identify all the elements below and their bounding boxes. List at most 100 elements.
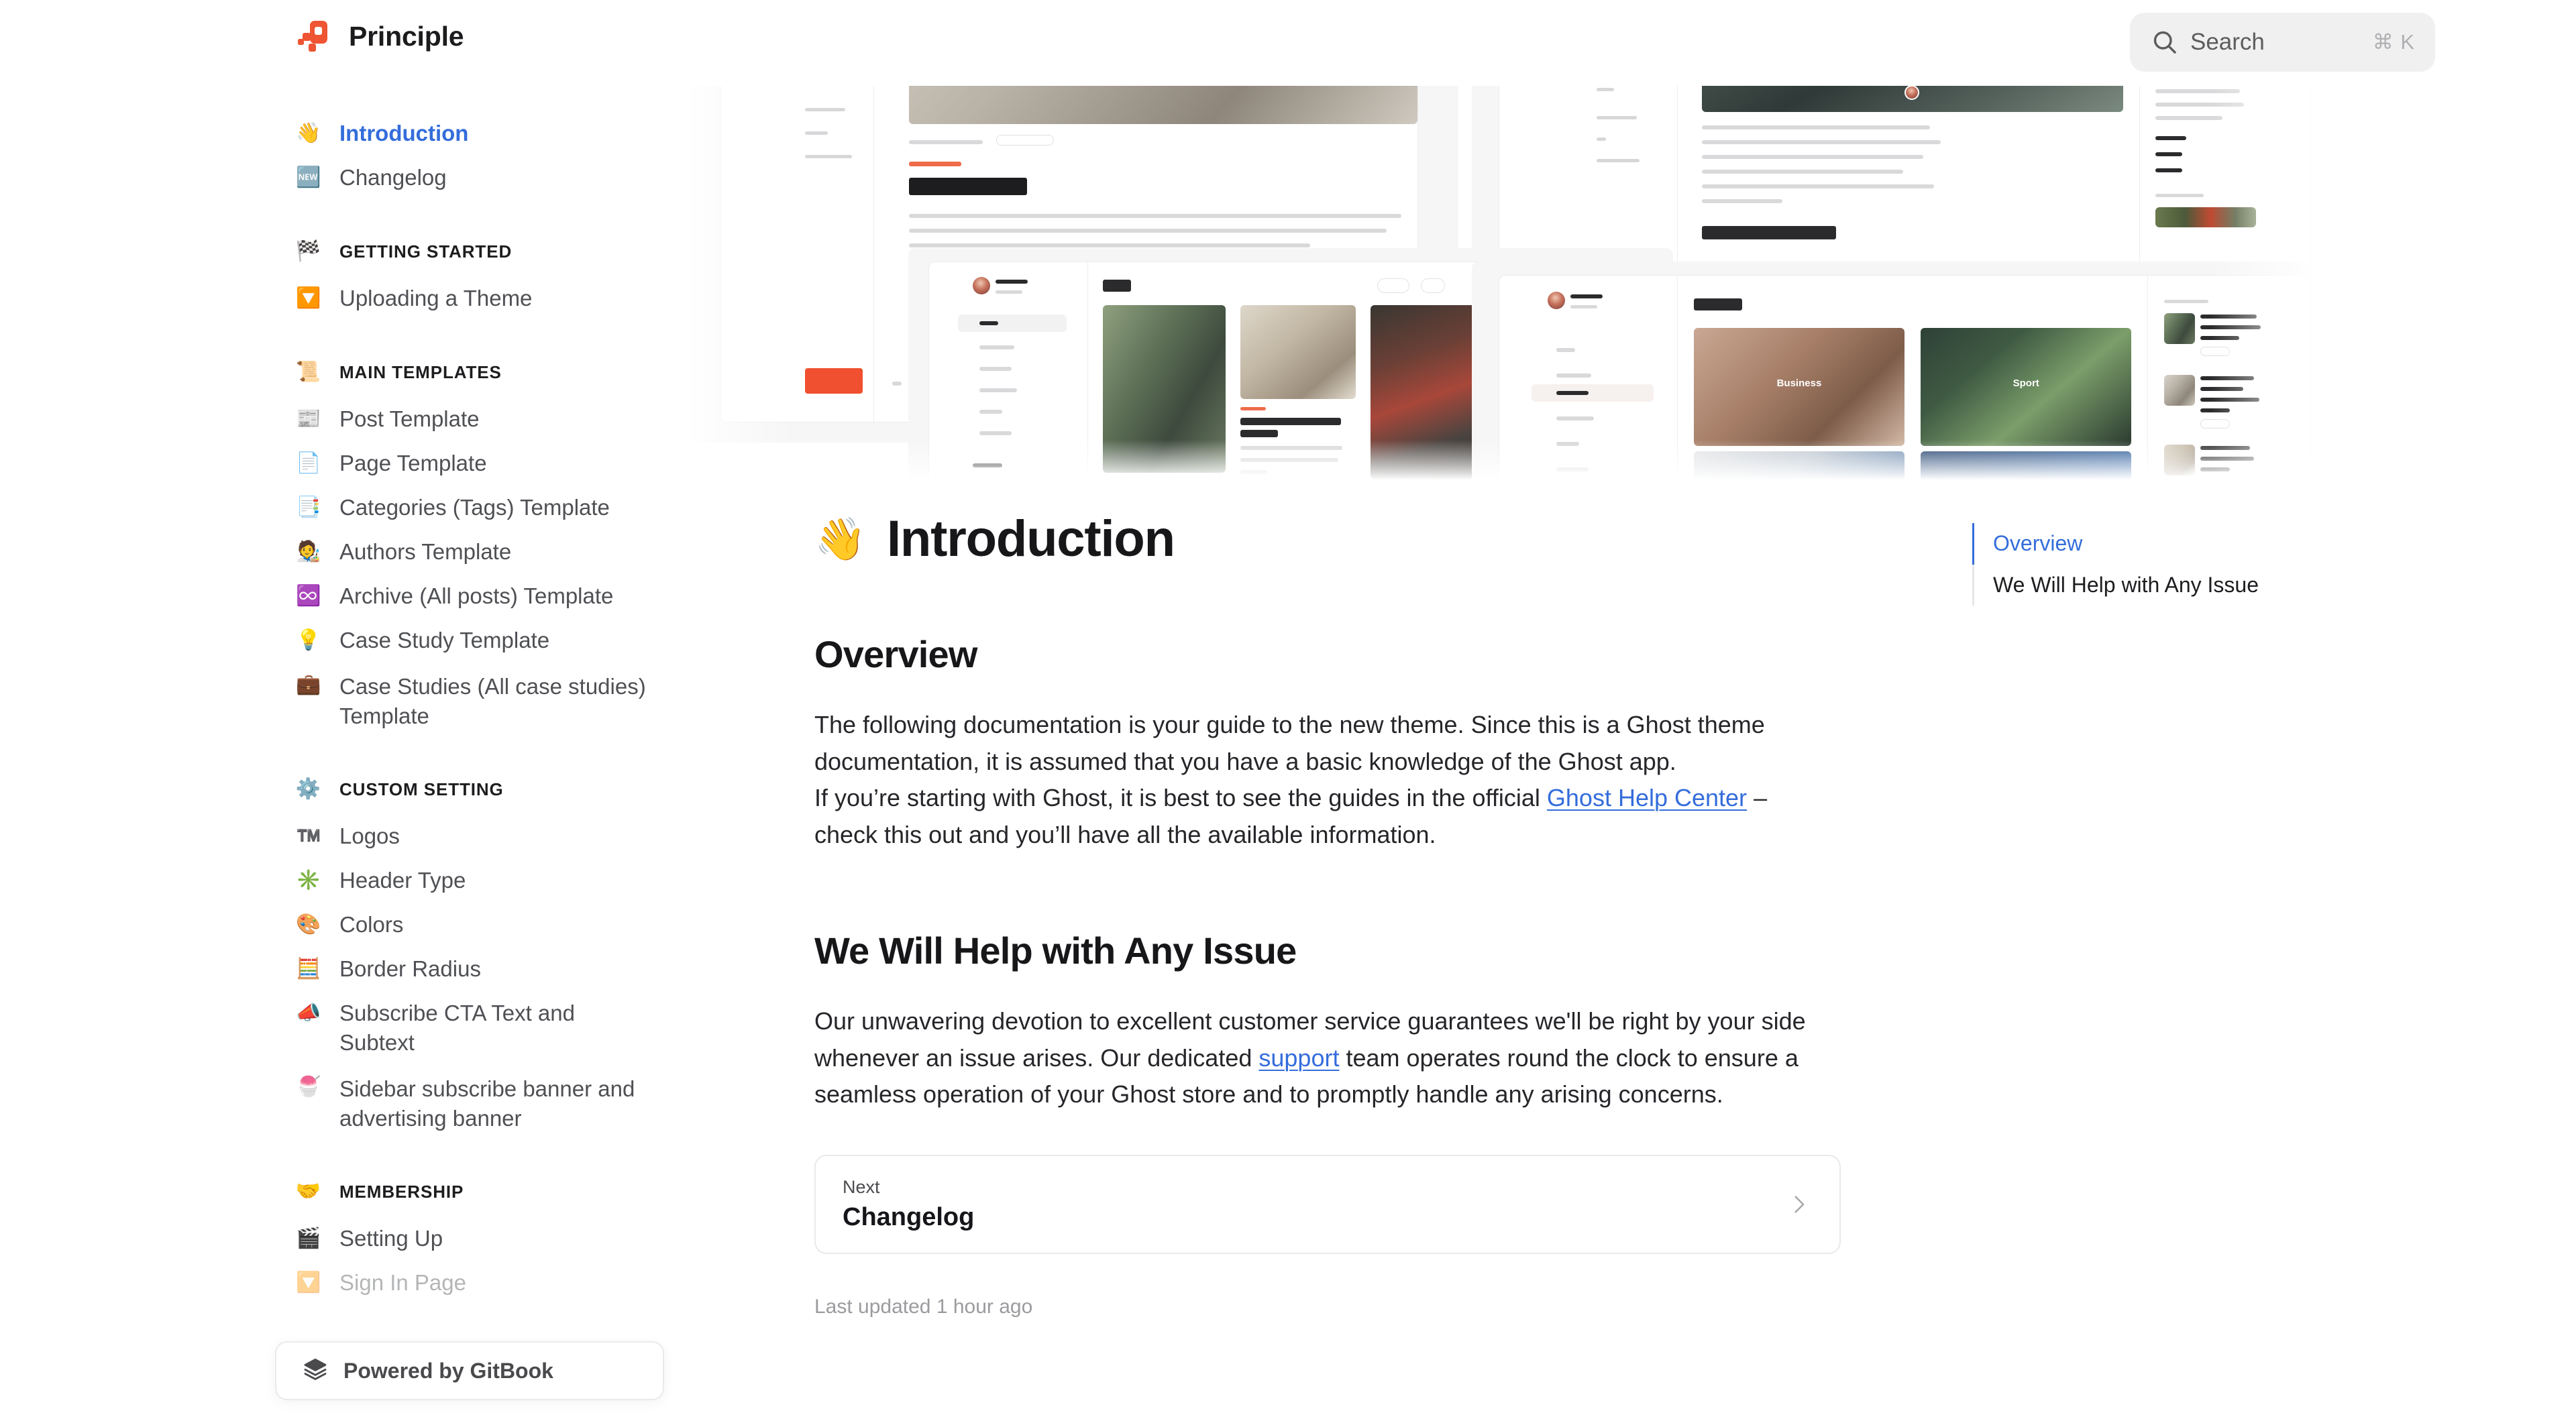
sidebar-scroll-area[interactable]: 👋 Introduction 🆕 Changelog 🏁 GETTING STARTED 🔽… [0,86,687,1305]
sidebar-item-label: Setting Up [339,1224,443,1253]
section-heading-help: We Will Help with Any Issue [814,929,1955,972]
section-heading-overview: Overview [814,632,1955,676]
support-link[interactable]: support [1258,1044,1339,1072]
sidebar-item-page-template[interactable]: 📄 Page Template [0,441,687,486]
artist-icon: 🧑‍🎨 [295,537,322,567]
sidebar-group-label: MEMBERSHIP [339,1182,464,1202]
sidebar-item-label: Case Study Template [339,626,549,655]
overview-text-2: If you’re starting with Ghost, it is bes… [814,784,1547,811]
scroll-icon: 📜 [295,359,322,386]
down-button-icon: 🔽 [295,284,322,313]
gitbook-logo-icon [302,1356,329,1386]
bookmark-tabs-icon: 📑 [295,493,322,522]
new-badge-icon: 🆕 [295,163,322,192]
sidebar-item-logos[interactable]: ™️ Logos [0,814,687,858]
sidebar-item-label: Case Studies (All case studies) Template [339,670,647,730]
waving-hand-icon: 👋 [295,119,322,148]
search-placeholder: Search [2190,29,2373,56]
overview-text-1: The following documentation is your guid… [814,711,1765,775]
sidebar-item-subscribe-cta-text-and-subtext[interactable]: 📣 Subscribe CTA Text and Subtext [0,991,687,1065]
sidebar-item-label: Subscribe CTA Text and Subtext [339,999,647,1058]
clapper-board-icon: 🎬 [295,1224,322,1253]
toc-item-we-will-help-with-any-issue[interactable]: We Will Help with Any Issue [1974,565,2388,606]
next-page-card[interactable]: Next Changelog [814,1155,1841,1254]
sidebar-item-label: Post Template [339,404,480,434]
gitbook-docs-page: Principle Search ⌘ K [0,0,2576,1419]
next-label: Next [843,1177,974,1198]
sidebar-group-label: CUSTOM SETTING [339,779,504,800]
chevron-right-icon [1787,1193,1810,1216]
sidebar-item-post-template[interactable]: 📰 Post Template [0,397,687,441]
infinity-icon: ♾️ [295,581,322,611]
sidebar-navigation[interactable]: 👋 Introduction 🆕 Changelog 🏁 GETTING STARTED 🔽… [0,86,687,1419]
sidebar-item-changelog[interactable]: 🆕 Changelog [0,156,687,200]
main-content: 👋 Introduction Overview The following do… [687,480,1955,1318]
sidebar-item-border-radius[interactable]: 🧮 Border Radius [0,947,687,991]
help-paragraph: Our unwavering devotion to excellent cus… [814,1003,1834,1113]
sidebar-group-main-templates: 📜 MAIN TEMPLATES [0,351,687,393]
page-table-of-contents[interactable]: OverviewWe Will Help with Any Issue [1972,523,2388,606]
sidebar-item-colors[interactable]: 🎨 Colors [0,903,687,947]
sidebar-group-label: GETTING STARTED [339,241,512,262]
shaved-ice-icon: 🍧 [295,1072,322,1102]
down-button-icon: 🔽 [295,1268,322,1298]
gear-icon: ⚙️ [295,776,322,803]
trademark-icon: ™️ [295,821,322,851]
site-header: Principle Search ⌘ K [0,0,2576,86]
abacus-icon: 🧮 [295,954,322,984]
megaphone-icon: 📣 [295,999,322,1028]
sidebar-group-getting-started: 🏁 GETTING STARTED [0,231,687,272]
sidebar-item-sign-in-page[interactable]: 🔽 Sign In Page [0,1261,687,1305]
artist-palette-icon: 🎨 [295,910,322,940]
sidebar-item-label: Sign In Page [339,1268,466,1298]
sidebar-item-label: Introduction [339,119,468,148]
sidebar-item-uploading-a-theme[interactable]: 🔽 Uploading a Theme [0,276,687,321]
powered-by-gitbook-button[interactable]: Powered by GitBook [275,1341,664,1400]
sidebar-item-label: Colors [339,910,403,940]
waving-hand-icon: 👋 [814,518,865,560]
sidebar-item-label: Uploading a Theme [339,284,532,313]
section-overview: Overview The following documentation is … [814,632,1955,854]
sidebar-item-label: Border Radius [339,954,481,984]
page-title-text: Introduction [887,510,1175,568]
sidebar-item-label: Changelog [339,163,447,192]
overview-paragraph: The following documentation is your guid… [814,707,1834,854]
sidebar-item-label: Archive (All posts) Template [339,581,613,611]
sidebar-item-setting-up[interactable]: 🎬 Setting Up [0,1216,687,1261]
sidebar-item-label: Authors Template [339,537,511,567]
sidebar-item-case-study-template[interactable]: 💡 Case Study Template [0,618,687,663]
brand-title: Principle [349,21,464,52]
sidebar-item-header-type[interactable]: ✳️ Header Type [0,858,687,903]
section-help: We Will Help with Any Issue Our unwaveri… [814,929,1955,1113]
sidebar-item-label: Logos [339,821,400,851]
sidebar-group-label: MAIN TEMPLATES [339,362,502,383]
page-facing-up-icon: 📄 [295,449,322,478]
page-title: 👋 Introduction [814,510,1955,568]
search-input[interactable]: Search ⌘ K [2130,13,2435,72]
ghost-help-center-link[interactable]: Ghost Help Center [1547,784,1747,811]
sidebar-item-sidebar-subscribe-banner-and-advertising-banner[interactable]: 🍧 Sidebar subscribe banner and advertisin… [0,1065,687,1140]
sidebar-item-label: Header Type [339,866,466,895]
sidebar-item-label: Page Template [339,449,487,478]
sidebar-item-authors-template[interactable]: 🧑‍🎨 Authors Template [0,530,687,574]
handshake-icon: 🤝 [295,1178,322,1205]
toc-item-overview[interactable]: Overview [1974,523,2388,565]
sidebar-item-label: Categories (Tags) Template [339,493,610,522]
light-bulb-icon: 💡 [295,626,322,655]
sidebar-item-categories-tags-template[interactable]: 📑 Categories (Tags) Template [0,486,687,530]
search-shortcut-hint: ⌘ K [2373,30,2415,54]
briefcase-icon: 💼 [295,670,322,699]
chequered-flag-icon: 🏁 [295,238,322,265]
gitbook-label: Powered by GitBook [343,1359,553,1383]
principle-logo-icon [295,18,331,54]
sidebar-item-introduction[interactable]: 👋 Introduction [0,111,687,156]
next-page-title: Changelog [843,1203,974,1231]
sidebar-item-archive-all-posts-template[interactable]: ♾️ Archive (All posts) Template [0,574,687,618]
newspaper-icon: 📰 [295,404,322,434]
sidebar-item-case-studies-all-case-studies-template[interactable]: 💼 Case Studies (All case studies) Templat… [0,663,687,738]
sidebar-item-label: Sidebar subscribe banner and advertising… [339,1072,647,1133]
search-icon [2150,27,2180,57]
last-updated-text: Last updated 1 hour ago [814,1296,1955,1318]
brand-link[interactable]: Principle [295,18,464,54]
eight-spoked-asterisk-icon: ✳️ [295,866,322,895]
